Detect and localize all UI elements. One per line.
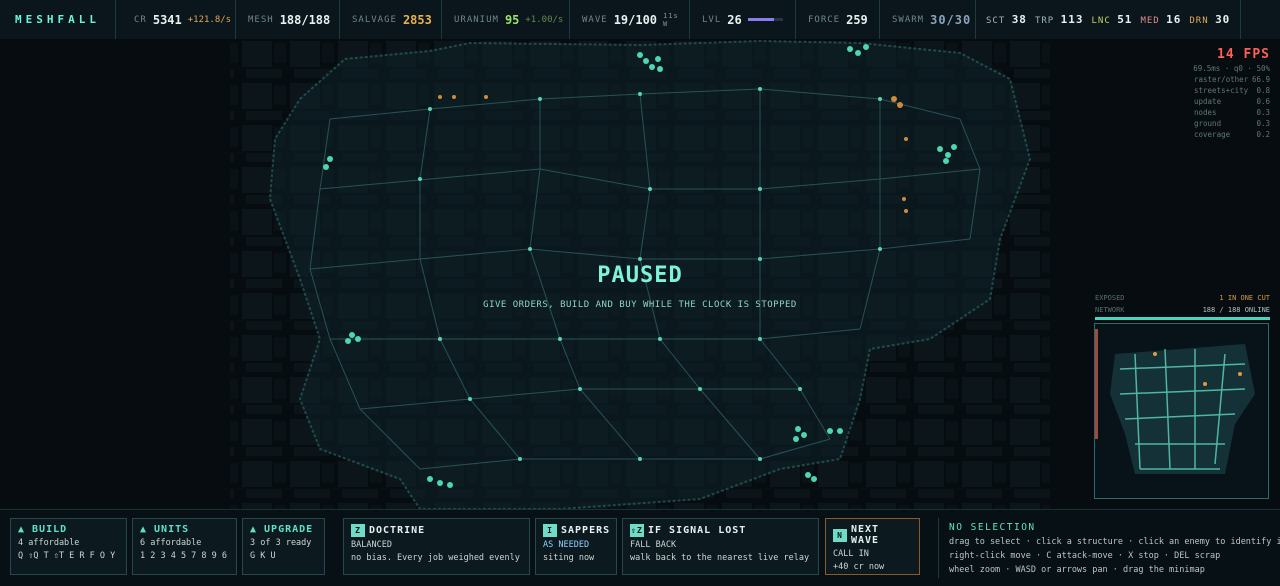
next-wave-title: NEXT WAVE (851, 524, 880, 546)
mesh-label: MESH (248, 14, 274, 25)
perf-row: update 0.6 (1194, 97, 1270, 106)
swarm-label: SWARM (892, 14, 925, 25)
top-resource-bar: MESHFALL CR 5341 +121.8/s MESH 188/188 S… (0, 0, 1280, 40)
next-wave-button[interactable]: N NEXT WAVE CALL IN +40 cr now (825, 518, 920, 575)
selection-panel: NO SELECTION drag to select · click a st… (938, 518, 1280, 578)
upgrade-ready: 3 of 3 ready (250, 538, 312, 548)
help-line: right-click move · C attack-move · X sto… (949, 551, 1221, 561)
fps-counter: 14 FPS (1217, 47, 1270, 62)
signal-mode: FALL BACK (630, 540, 677, 550)
sappers-mode-prefix: AS (543, 540, 554, 550)
build-hotkeys: Q ⇧Q T ⇧T E R F O Y (18, 551, 116, 561)
paused-title: PAUSED (597, 263, 683, 288)
next-wave-action: CALL IN (833, 549, 869, 559)
perf-row: nodes 0.3 (1194, 108, 1270, 117)
salvage-value: 2853 (402, 12, 432, 27)
upgrade-hotkeys: G K U (250, 551, 276, 561)
game-map[interactable]: PAUSED GIVE ORDERS, BUILD AND BUY WHILE … (0, 39, 1280, 509)
perf-row: coverage 0.2 (1194, 130, 1270, 139)
credits-label: CR (134, 14, 147, 25)
sappers-key: I (543, 524, 557, 537)
game-title: MESHFALL (0, 0, 116, 39)
wave-label: WAVE (582, 14, 608, 25)
credits-value: 5341 (152, 12, 182, 27)
network-bar (1095, 317, 1270, 320)
doctrine-title: DOCTRINE (369, 525, 426, 536)
unit-count-sct: SCT 38 (986, 13, 1027, 26)
selection-title: NO SELECTION (949, 522, 1036, 533)
perf-row: ground 0.3 (1194, 119, 1270, 128)
minimap[interactable] (1094, 323, 1269, 499)
credits-stat: CR 5341 +121.8/s (116, 0, 236, 39)
perf-row: raster/other 66.9 (1194, 75, 1270, 84)
sappers-title: SAPPERS (561, 525, 611, 536)
next-wave-bonus: +40 cr now (833, 562, 885, 572)
wave-timer-unit: W (663, 19, 669, 28)
swarm-value: 30/30 (930, 12, 972, 27)
uranium-rate: +1.00/s (525, 14, 564, 25)
doctrine-description: no bias. Every job weighed evenly (351, 553, 520, 563)
exposed-label: EXPOSED (1095, 294, 1125, 302)
network-value: 188 / 188 ONLINE (1202, 306, 1270, 314)
upgrade-title: ▲ UPGRADE (250, 524, 314, 535)
signal-title: IF SIGNAL LOST (648, 525, 747, 536)
exposed-value: 1 IN ONE CUT (1219, 294, 1270, 302)
unit-count-med: MED 16 (1140, 13, 1182, 26)
perf-panel: 69.5ms · q0 · 50% raster/other 66.9 stree… (1193, 63, 1270, 140)
help-line: wheel zoom · WASD or arrows pan · drag t… (949, 565, 1205, 575)
units-title: ▲ UNITS (140, 524, 190, 535)
build-title: ▲ BUILD (18, 524, 68, 535)
frame-time: 69.5ms · q0 · 50% (1193, 64, 1270, 73)
signal-key: ⇧Z (630, 524, 644, 537)
salvage-stat: SALVAGE 2853 (340, 0, 442, 39)
perf-row: streets+city 0.8 (1194, 86, 1270, 95)
uranium-value: 95 (504, 12, 520, 27)
salvage-label: SALVAGE (352, 14, 397, 25)
signal-lost-button[interactable]: ⇧Z IF SIGNAL LOST FALL BACK walk back to … (622, 518, 819, 575)
minimap-header: EXPOSED 1 IN ONE CUT NETWORK 188 / 188 ONL… (1095, 292, 1270, 320)
doctrine-key: Z (351, 524, 365, 537)
force-stat: FORCE 259 (796, 0, 880, 39)
unit-count-drn: DRN 30 (1189, 13, 1231, 26)
wave-timer: 11s W (663, 12, 679, 28)
unit-count-lnc: LNC 51 (1091, 13, 1133, 26)
build-menu-button[interactable]: ▲ BUILD 4 affordable Q ⇧Q T ⇧T E R F O Y (10, 518, 127, 575)
wave-value: 19/100 (613, 12, 658, 27)
level-stat: LVL 26 (690, 0, 796, 39)
wave-timer-value: 11s (663, 11, 679, 20)
paused-subtitle: GIVE ORDERS, BUILD AND BUY WHILE THE CLO… (483, 300, 797, 310)
mesh-stat: MESH 188/188 (236, 0, 340, 39)
level-progress-bar (747, 18, 783, 21)
force-label: FORCE (808, 14, 841, 25)
network-label: NETWORK (1095, 306, 1125, 314)
build-affordable: 4 affordable (18, 538, 80, 548)
minimap-canvas[interactable] (1095, 324, 1268, 498)
credits-rate: +121.8/s (187, 14, 232, 25)
uranium-stat: URANIUM 95 +1.00/s (442, 0, 570, 39)
unit-counts: SCT 38 TRP 113 LNC 51 MED 16 DRN 30 (976, 0, 1242, 39)
uranium-label: URANIUM (454, 14, 499, 25)
units-menu-button[interactable]: ▲ UNITS 6 affordable 1 2 3 4 5 7 8 9 6 (132, 518, 237, 575)
wave-stat: WAVE 19/100 11s W (570, 0, 690, 39)
signal-description: walk back to the nearest live relay (630, 553, 810, 563)
force-value: 259 (846, 12, 868, 27)
units-hotkeys: 1 2 3 4 5 7 8 9 6 (140, 551, 227, 561)
mesh-value: 188/188 (279, 12, 331, 27)
swarm-stat: SWARM 30/30 (880, 0, 976, 39)
help-line: drag to select · click a structure · cli… (949, 537, 1280, 547)
unit-count-trp: TRP 113 (1034, 13, 1084, 26)
doctrine-mode: BALANCED (351, 540, 392, 550)
level-label: LVL (702, 14, 722, 25)
upgrade-menu-button[interactable]: ▲ UPGRADE 3 of 3 ready G K U (242, 518, 325, 575)
doctrine-button[interactable]: Z DOCTRINE BALANCED no bias. Every job we… (343, 518, 530, 575)
next-wave-key: N (833, 528, 847, 542)
units-affordable: 6 affordable (140, 538, 202, 548)
sappers-mode: NEEDED (558, 540, 590, 550)
sappers-button[interactable]: I SAPPERS AS NEEDED siting now (535, 518, 617, 575)
level-value: 26 (727, 12, 742, 27)
command-bar: ▲ BUILD 4 affordable Q ⇧Q T ⇧T E R F O Y… (0, 509, 1280, 586)
sappers-status: siting now (543, 553, 595, 563)
